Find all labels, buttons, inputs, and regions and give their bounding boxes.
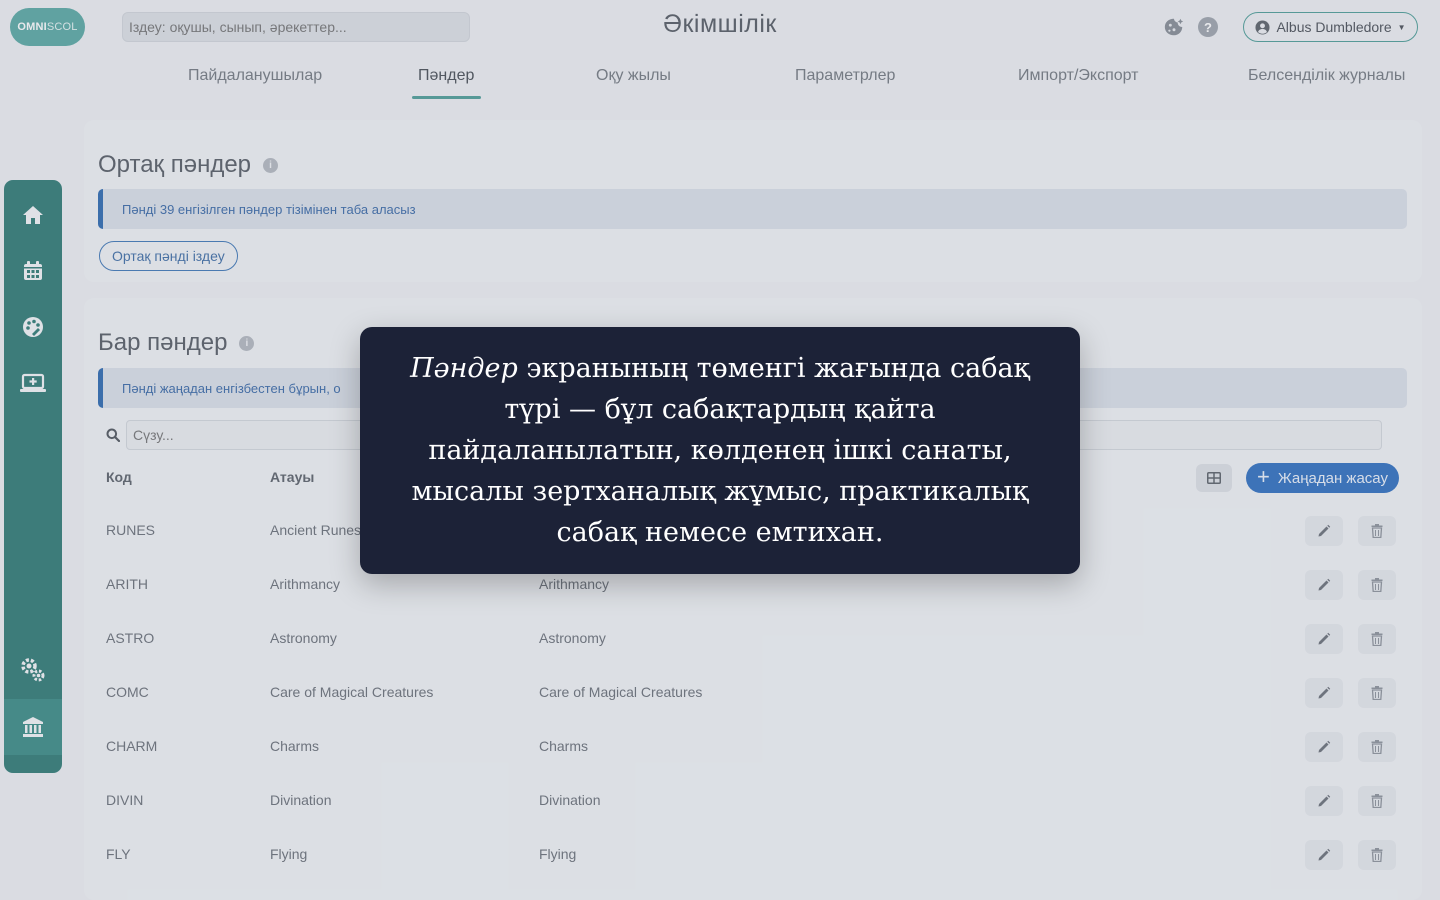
tooltip-emphasis: Пәндер (410, 353, 518, 384)
tour-tooltip: Пәндер экранының төменгі жағында сабақ т… (360, 327, 1080, 574)
app-root: OMNISCOL Әкімшілік ? Albus Dumbledore ▼ (0, 0, 1440, 900)
tooltip-text: Пәндер экранының төменгі жағында сабақ т… (408, 348, 1032, 553)
